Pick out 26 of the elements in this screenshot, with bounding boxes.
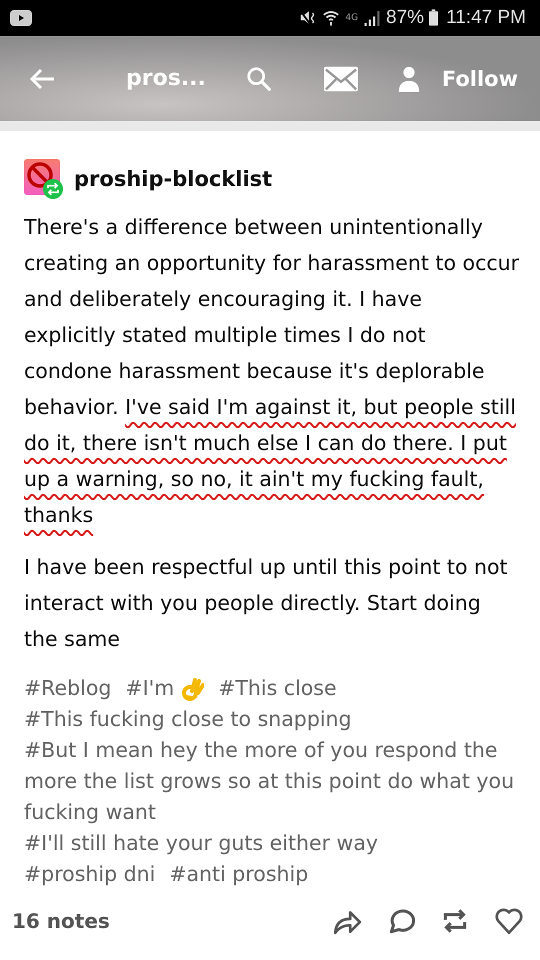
post-paragraph: There's a difference between unintentionally creating an opportunity for harassment to occur and deliberately encouraging it. I have explicitly stated multiple times I do not condone harassment because it's deplorable behavior. I've said I'm against it, but people still do it, there isn't much else I can do there. I put up a warning, so no, it ain't my fucking fault, thanks bbox=[24, 214, 520, 530]
blog-name[interactable]: proship-blocklist bbox=[74, 167, 272, 192]
heart-icon[interactable] bbox=[494, 906, 524, 936]
reblog-badge-icon bbox=[43, 179, 63, 200]
battery-icon bbox=[429, 9, 438, 26]
post-tag[interactable]: #This fucking close to snapping bbox=[24, 704, 520, 736]
search-icon[interactable] bbox=[246, 66, 272, 92]
wifi-icon bbox=[322, 9, 340, 26]
follow-button[interactable]: Follow bbox=[438, 62, 522, 95]
network-label: 4G bbox=[345, 12, 358, 23]
ok-hand-icon bbox=[182, 676, 204, 701]
post-tag[interactable]: #I'm bbox=[125, 673, 204, 704]
mail-icon[interactable] bbox=[324, 66, 358, 92]
blog-title: pros... bbox=[126, 66, 206, 92]
post-tag[interactable]: #proship dni bbox=[24, 859, 156, 890]
post-paragraph: I have been respectful up until this point to not interact with you people directly. Start doing the same bbox=[24, 554, 509, 654]
post-tag[interactable]: #But I mean hey the more of you respond the more the list grows so at this point do what you fucking want bbox=[24, 735, 520, 828]
post-tag[interactable]: #Reblog bbox=[24, 673, 112, 704]
post-tag[interactable]: #anti proship bbox=[169, 859, 308, 890]
signal-icon bbox=[363, 9, 382, 26]
video-app-icon bbox=[10, 10, 32, 26]
post-tag[interactable]: #I'll still hate your guts either way bbox=[24, 828, 520, 860]
battery-percent: 87% bbox=[386, 6, 424, 29]
notes-count[interactable]: 16 notes bbox=[12, 909, 110, 934]
clock: 11:47 PM bbox=[446, 6, 526, 29]
post-tag[interactable]: #This close bbox=[218, 673, 337, 704]
